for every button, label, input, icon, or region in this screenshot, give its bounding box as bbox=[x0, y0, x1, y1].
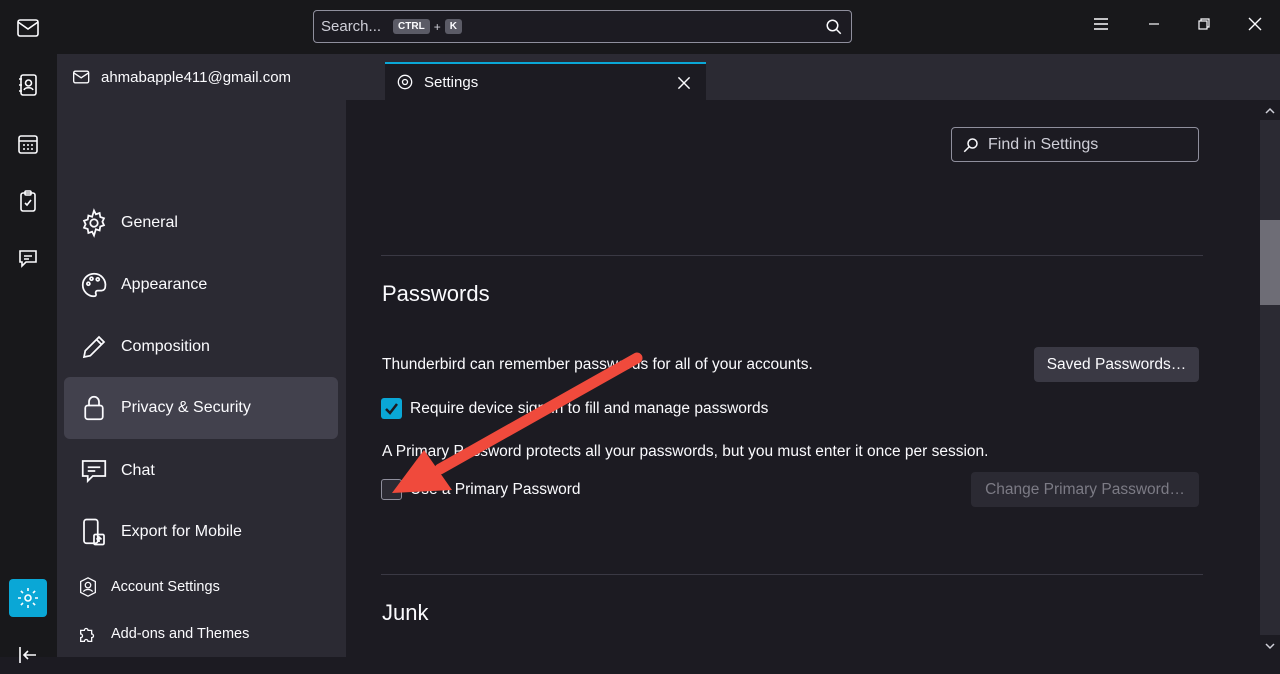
nav-composition-label: Composition bbox=[121, 338, 210, 355]
menu-icon[interactable] bbox=[1091, 14, 1111, 34]
nav-general-label: General bbox=[121, 214, 178, 231]
find-in-settings-input[interactable]: Find in Settings bbox=[951, 127, 1199, 162]
scroll-up-icon[interactable] bbox=[1263, 104, 1277, 118]
use-primary-password-checkbox[interactable] bbox=[381, 479, 402, 500]
require-signin-checkbox[interactable] bbox=[381, 398, 402, 419]
find-placeholder: Find in Settings bbox=[988, 135, 1099, 153]
tasks-icon[interactable] bbox=[9, 182, 47, 220]
passwords-heading: Passwords bbox=[382, 281, 490, 306]
account-icon bbox=[80, 577, 96, 597]
change-primary-label: Change Primary Password… bbox=[985, 480, 1185, 498]
nav-appearance[interactable]: Appearance bbox=[64, 254, 338, 316]
nav-appearance-label: Appearance bbox=[121, 276, 208, 293]
chat-icon bbox=[81, 460, 107, 484]
search-placeholder: Search... bbox=[321, 18, 382, 35]
primary-password-text: A Primary Password protects all your pas… bbox=[382, 443, 989, 460]
nav-privacy-security[interactable]: Privacy & Security bbox=[64, 377, 338, 439]
remember-passwords-text: Thunderbird can remember passwords for a… bbox=[382, 356, 813, 373]
tab-mail[interactable]: ahmabapple411@gmail.com bbox=[72, 54, 291, 100]
close-tab-icon[interactable] bbox=[676, 75, 692, 91]
section-divider bbox=[381, 255, 1203, 256]
nav-chat-label: Chat bbox=[121, 462, 155, 479]
mail-space-icon[interactable] bbox=[9, 9, 47, 47]
nav-privacy-label: Privacy & Security bbox=[121, 399, 251, 416]
shortcut-ctrl-key: CTRL bbox=[393, 19, 430, 34]
checkmark-icon bbox=[385, 403, 398, 415]
spaces-toolbar bbox=[0, 0, 57, 663]
section-divider bbox=[381, 574, 1203, 575]
lock-icon bbox=[84, 395, 104, 421]
gear-icon bbox=[397, 74, 413, 90]
pencil-icon bbox=[82, 335, 106, 359]
scrollbar[interactable] bbox=[1260, 100, 1280, 657]
collapse-spaces-icon[interactable] bbox=[9, 636, 47, 674]
nav-general[interactable]: General bbox=[64, 192, 338, 254]
gear-icon bbox=[82, 208, 106, 238]
mail-tab-icon bbox=[73, 70, 90, 84]
close-window-icon[interactable] bbox=[1245, 14, 1265, 34]
use-primary-password-label[interactable]: Use a Primary Password bbox=[410, 481, 581, 499]
puzzle-icon bbox=[80, 627, 95, 642]
mobile-export-icon bbox=[83, 518, 105, 546]
palette-icon bbox=[81, 272, 107, 298]
nav-account-label: Account Settings bbox=[111, 579, 220, 595]
saved-passwords-button[interactable]: Saved Passwords… bbox=[1034, 347, 1199, 382]
require-signin-label[interactable]: Require device sign-in to fill and manag… bbox=[410, 400, 768, 418]
calendar-icon[interactable] bbox=[9, 125, 47, 163]
nav-addons-themes[interactable]: Add-ons and Themes bbox=[77, 623, 249, 645]
junk-heading: Junk bbox=[382, 600, 429, 625]
nav-export-mobile[interactable]: Export for Mobile bbox=[64, 501, 338, 563]
scroll-track[interactable] bbox=[1260, 120, 1280, 635]
settings-sidebar: General Appearance Composition Privacy &… bbox=[57, 100, 346, 657]
search-icon bbox=[963, 137, 978, 152]
address-book-icon[interactable] bbox=[9, 66, 47, 104]
tab-settings-label: Settings bbox=[424, 73, 479, 91]
saved-passwords-label: Saved Passwords… bbox=[1046, 355, 1187, 373]
nav-account-settings[interactable]: Account Settings bbox=[77, 576, 220, 598]
shortcut-plus: + bbox=[433, 19, 441, 34]
scroll-thumb[interactable] bbox=[1260, 220, 1280, 305]
search-icon[interactable] bbox=[825, 18, 843, 36]
tab-settings[interactable]: Settings bbox=[385, 62, 706, 100]
minimize-icon[interactable] bbox=[1144, 14, 1164, 34]
scroll-down-icon[interactable] bbox=[1263, 639, 1277, 653]
restore-icon[interactable] bbox=[1194, 14, 1214, 34]
tab-mail-label: ahmabapple411@gmail.com bbox=[101, 68, 292, 86]
nav-composition[interactable]: Composition bbox=[64, 316, 338, 378]
change-primary-password-button[interactable]: Change Primary Password… bbox=[971, 472, 1199, 507]
chat-space-icon[interactable] bbox=[9, 240, 47, 278]
nav-addons-label: Add-ons and Themes bbox=[111, 626, 250, 642]
nav-export-label: Export for Mobile bbox=[121, 523, 242, 540]
settings-space-icon[interactable] bbox=[9, 579, 47, 617]
shortcut-k-key: K bbox=[444, 19, 462, 34]
global-search-input[interactable]: Search... CTRL + K bbox=[313, 10, 852, 43]
nav-chat[interactable]: Chat bbox=[64, 440, 338, 502]
